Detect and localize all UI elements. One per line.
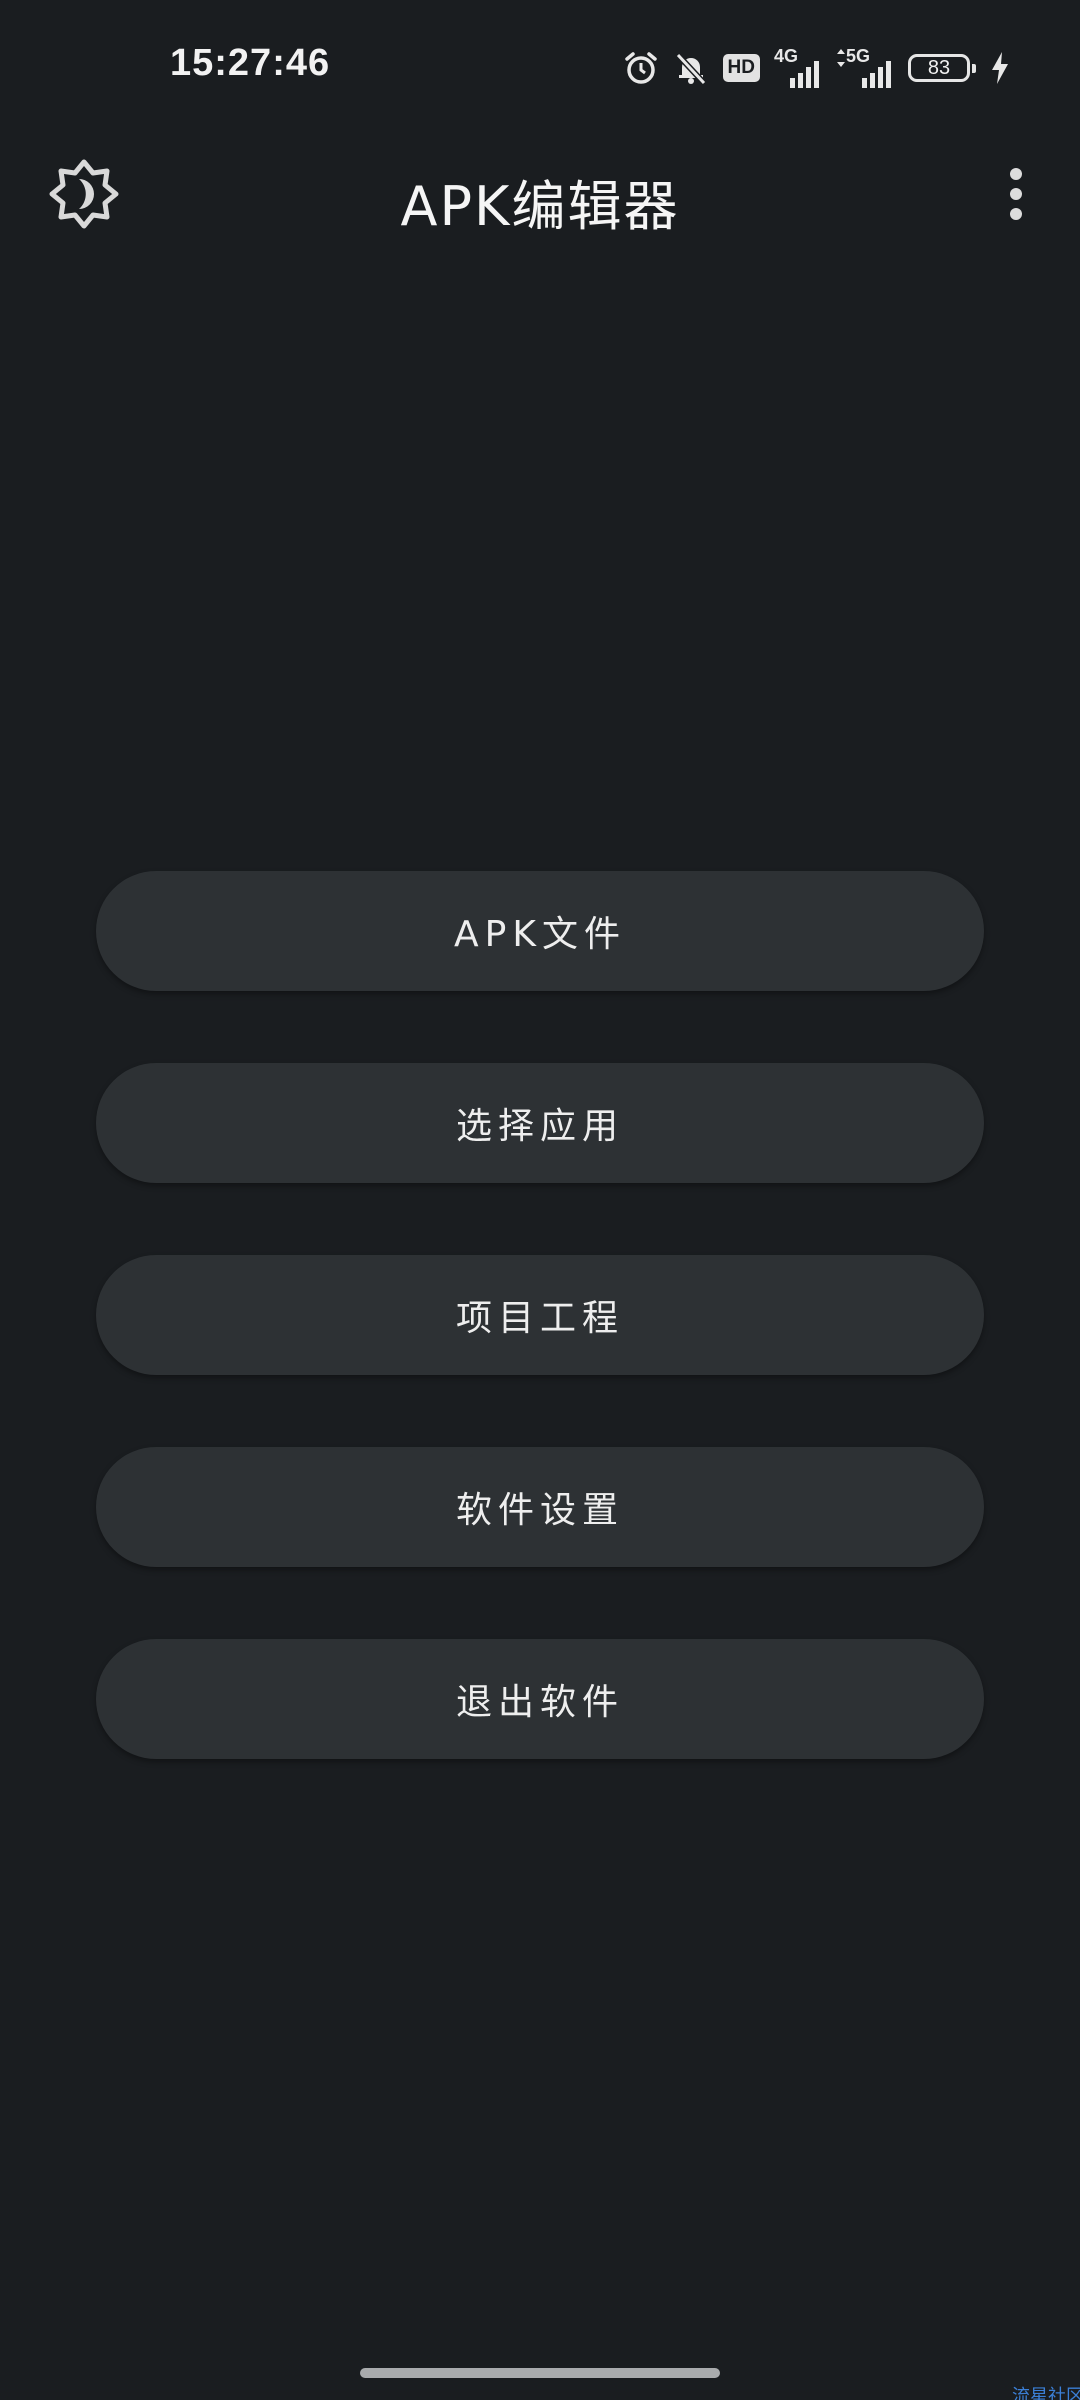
- mute-bell-icon: [673, 50, 709, 86]
- battery-icon: 83: [908, 54, 976, 82]
- app-bar: APK编辑器: [0, 140, 1080, 250]
- more-options-button[interactable]: [988, 158, 1044, 234]
- home-indicator[interactable]: [360, 2368, 720, 2378]
- signal-4g-icon: 4G: [774, 46, 822, 88]
- status-time: 15:27:46: [170, 42, 331, 84]
- select-app-button[interactable]: 选择应用: [96, 1063, 984, 1183]
- screen: 15:27:46 HD 4G 5G 83 APK编辑器 APK文件 选择应用 项…: [0, 0, 1080, 2400]
- charging-icon: [990, 51, 1010, 85]
- signal-5g-icon: 5G: [836, 46, 894, 88]
- projects-button[interactable]: 项目工程: [96, 1255, 984, 1375]
- alarm-icon: [623, 50, 659, 86]
- status-bar: 15:27:46 HD 4G 5G 83: [0, 0, 1080, 130]
- main-menu: APK文件 选择应用 项目工程 软件设置 退出软件: [96, 871, 984, 1831]
- watermark: 流星社区: [1012, 2386, 1080, 2400]
- status-icons: HD 4G 5G 83: [623, 44, 1010, 92]
- apk-file-button[interactable]: APK文件: [96, 871, 984, 991]
- exit-button[interactable]: 退出软件: [96, 1639, 984, 1759]
- hd-icon: HD: [722, 54, 760, 82]
- more-vert-icon: [1006, 166, 1026, 226]
- settings-button[interactable]: 软件设置: [96, 1447, 984, 1567]
- app-title: APK编辑器: [400, 175, 680, 238]
